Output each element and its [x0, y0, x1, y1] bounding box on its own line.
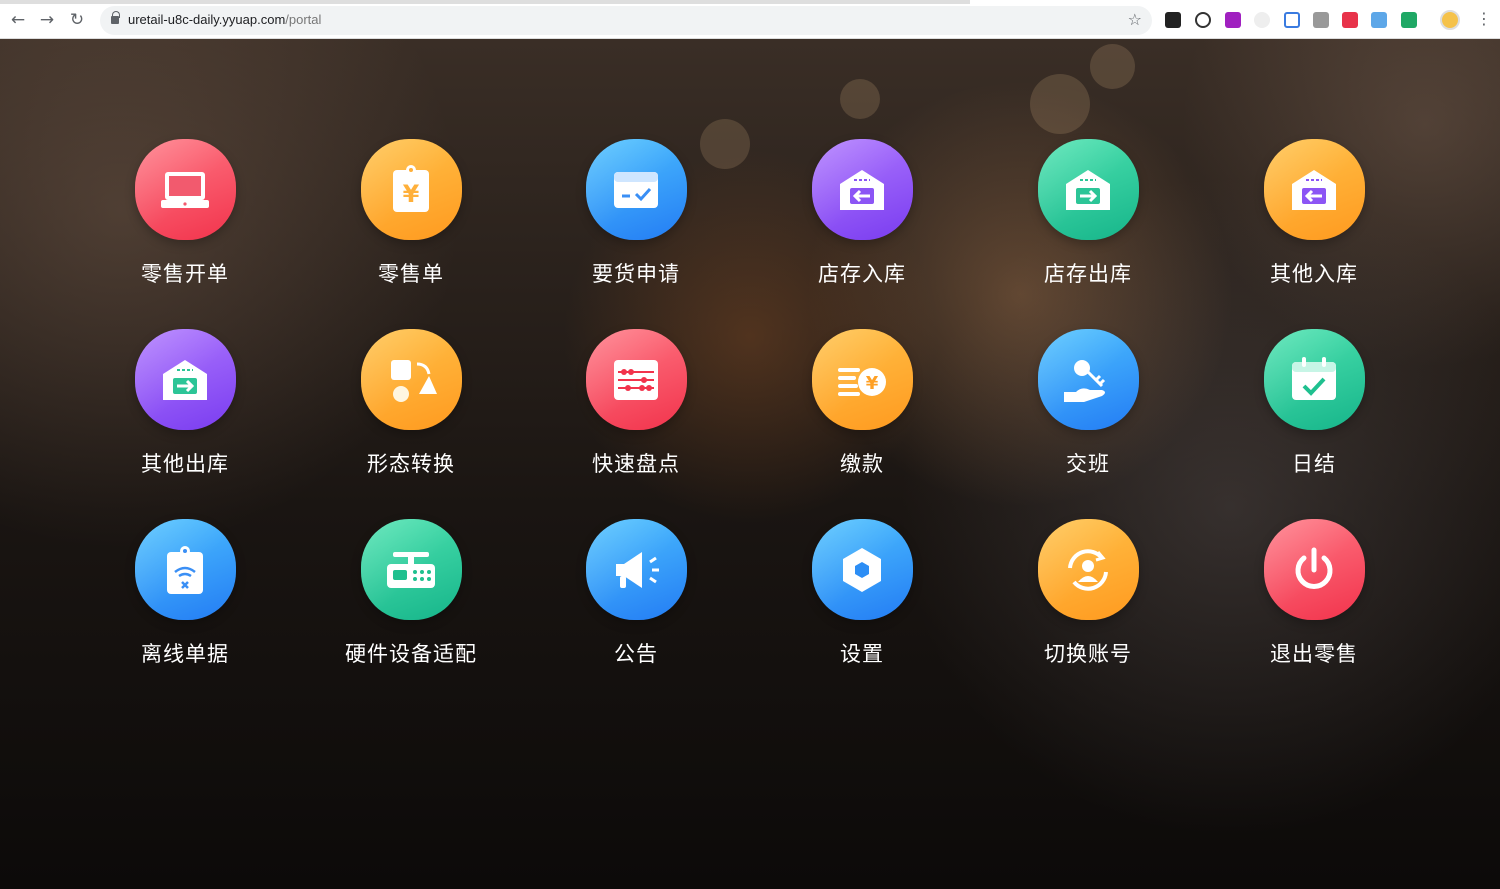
forward-icon[interactable]: →	[38, 10, 56, 30]
hexagon-settings-icon[interactable]	[811, 519, 913, 620]
app-tile[interactable]: 其他出库	[105, 329, 265, 489]
abacus-icon[interactable]	[585, 329, 687, 430]
browser-toolbar: ← → ↻ uretail-u8c-daily.yyuap.com/portal…	[0, 0, 1500, 39]
app-tile-label: 店存出库	[1044, 262, 1132, 286]
warehouse-out-icon[interactable]	[1037, 139, 1139, 240]
laptop-icon[interactable]	[134, 139, 236, 240]
extension-red-icon[interactable]	[1342, 12, 1358, 28]
coins-yuan-icon[interactable]: ¥	[811, 329, 913, 430]
app-tile[interactable]: 公告	[556, 519, 716, 679]
extension-translate-icon[interactable]	[1371, 12, 1387, 28]
app-tile[interactable]: 日结	[1234, 329, 1394, 489]
app-tile[interactable]: 零售开单	[105, 139, 265, 299]
scale-icon[interactable]	[360, 519, 462, 620]
app-tile-label: 缴款	[840, 452, 884, 476]
bookmark-star-icon[interactable]: ☆	[1128, 10, 1142, 29]
tab-strip	[0, 0, 970, 4]
app-tile[interactable]: ¥ 缴款	[782, 329, 942, 489]
calendar-check-icon[interactable]	[1263, 329, 1365, 430]
extension-face-icon[interactable]	[1254, 12, 1270, 28]
background-bokeh	[1090, 44, 1135, 89]
app-tile-label: 要货申请	[592, 262, 680, 286]
background-bokeh	[1030, 74, 1090, 134]
switch-user-icon[interactable]	[1037, 519, 1139, 620]
megaphone-icon[interactable]	[585, 519, 687, 620]
app-tile[interactable]: 切换账号	[1008, 519, 1168, 679]
app-tile-label: 退出零售	[1270, 642, 1358, 666]
app-tile-label: 离线单据	[141, 642, 229, 666]
app-tile-label: 交班	[1066, 452, 1110, 476]
app-tile-label: 公告	[614, 642, 658, 666]
app-tile[interactable]: 其他入库	[1234, 139, 1394, 299]
react-devtools-extension-icon[interactable]	[1165, 12, 1181, 28]
app-tile[interactable]: 形态转换	[331, 329, 491, 489]
app-tile-label: 快速盘点	[592, 452, 680, 476]
hand-key-icon[interactable]	[1037, 329, 1139, 430]
profile-avatar[interactable]	[1440, 10, 1460, 30]
app-tile-label: 店存入库	[818, 262, 906, 286]
back-icon[interactable]: ←	[9, 10, 27, 30]
lock-icon	[111, 11, 120, 24]
app-tile-label: 硬件设备适配	[345, 642, 477, 666]
app-tile-label: 其他出库	[141, 452, 229, 476]
receipt-yuan-icon[interactable]: ¥	[360, 139, 462, 240]
extension-ring-icon[interactable]	[1195, 12, 1211, 28]
shape-transform-icon[interactable]	[360, 329, 462, 430]
address-bar[interactable]: uretail-u8c-daily.yyuap.com/portal ☆	[100, 6, 1152, 35]
svg-text:¥: ¥	[866, 373, 879, 394]
extension-green-icon[interactable]	[1401, 12, 1417, 28]
app-tile-label: 设置	[840, 642, 884, 666]
warehouse-in-icon[interactable]	[1263, 139, 1365, 240]
app-tile-label: 形态转换	[367, 452, 455, 476]
extension-grey-icon[interactable]	[1313, 12, 1329, 28]
app-tile[interactable]: 退出零售	[1234, 519, 1394, 679]
app-tile[interactable]: 设置	[782, 519, 942, 679]
svg-text:¥: ¥	[403, 180, 420, 208]
portal-main: 零售开单 ¥ 零售单 要货申请 店存入库 店存出库 其他入库其他出库 形态转换 快速盘点 ¥ 缴款 交…	[0, 39, 1500, 889]
app-tile[interactable]: 硬件设备适配	[331, 519, 491, 679]
app-tile-label: 切换账号	[1044, 642, 1132, 666]
rp-extension-icon[interactable]	[1225, 12, 1241, 28]
warehouse-out-icon[interactable]	[134, 329, 236, 430]
app-tile-label: 零售开单	[141, 262, 229, 286]
app-tile-label: 零售单	[378, 262, 444, 286]
app-tile-label: 其他入库	[1270, 262, 1358, 286]
app-tile[interactable]: 店存入库	[782, 139, 942, 299]
warehouse-in-icon[interactable]	[811, 139, 913, 240]
extension-share-icon[interactable]	[1284, 12, 1300, 28]
background-bokeh	[840, 79, 880, 119]
url-text[interactable]: uretail-u8c-daily.yyuap.com/portal	[128, 12, 321, 27]
app-tile[interactable]: 店存出库	[1008, 139, 1168, 299]
offline-doc-icon[interactable]	[134, 519, 236, 620]
menu-kebab-icon[interactable]: ⋮	[1476, 9, 1492, 29]
power-icon[interactable]	[1263, 519, 1365, 620]
box-check-icon[interactable]	[585, 139, 687, 240]
app-tile[interactable]: ¥ 零售单	[331, 139, 491, 299]
app-tile[interactable]: 交班	[1008, 329, 1168, 489]
reload-icon[interactable]: ↻	[68, 10, 86, 30]
app-tile[interactable]: 离线单据	[105, 519, 265, 679]
app-tile[interactable]: 要货申请	[556, 139, 716, 299]
app-tile[interactable]: 快速盘点	[556, 329, 716, 489]
app-tile-label: 日结	[1292, 452, 1336, 476]
